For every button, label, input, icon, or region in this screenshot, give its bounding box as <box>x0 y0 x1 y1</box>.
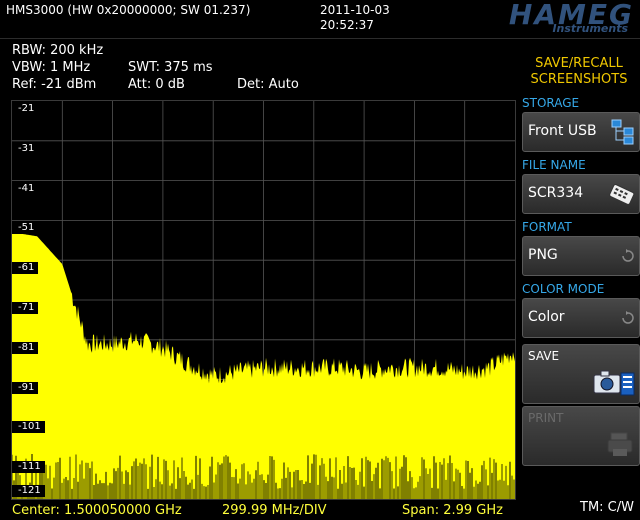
y-tick-label: -61 <box>12 262 39 275</box>
colormode-button[interactable]: Color <box>522 298 640 338</box>
y-tick-label: -41 <box>12 182 39 195</box>
print-button[interactable]: PRINT <box>522 406 640 466</box>
y-tick-label: -101 <box>12 421 45 434</box>
frequency-per-div: 299.99 MHz/DIV <box>222 503 327 518</box>
printer-icon <box>607 431 635 461</box>
detector-value: Det: Auto <box>237 77 299 92</box>
frequency-span: Span: 2.99 GHz <box>402 503 503 518</box>
vbw-value: VBW: 1 MHz <box>12 60 91 75</box>
spectrum-svg <box>12 101 515 499</box>
date-text: 2011-10-03 <box>320 3 390 17</box>
y-tick-label: -31 <box>12 142 39 155</box>
format-button[interactable]: PNG <box>522 236 640 276</box>
menu-title-line1: SAVE/RECALL <box>535 56 623 71</box>
y-tick-label: -91 <box>12 381 39 394</box>
save-button[interactable]: SAVE <box>522 344 640 404</box>
softkey-menu: SAVE/RECALL SCREENSHOTS STORAGE Front US… <box>518 54 640 520</box>
menu-title-line2: SCREENSHOTS <box>530 72 628 87</box>
time-text: 20:52:37 <box>320 18 374 32</box>
center-frequency: Center: 1.500050000 GHz <box>12 503 182 518</box>
format-label: FORMAT <box>522 220 572 234</box>
filename-label: FILE NAME <box>522 158 586 172</box>
y-tick-label: -21 <box>12 103 39 115</box>
cycle-icon <box>621 249 635 267</box>
att-value: Att: 0 dB <box>128 77 185 92</box>
y-tick-label: -81 <box>12 341 39 354</box>
filename-value: SCR334 <box>528 185 584 201</box>
menu-title: SAVE/RECALL SCREENSHOTS <box>518 56 640 88</box>
keyboard-icon <box>609 181 635 211</box>
logo-sub: Instruments <box>552 22 628 35</box>
rbw-value: RBW: 200 kHz <box>12 43 104 58</box>
storage-value: Front USB <box>528 123 597 139</box>
save-label: SAVE <box>528 349 560 363</box>
y-tick-label: -71 <box>12 302 39 314</box>
filename-button[interactable]: SCR334 <box>522 174 640 214</box>
storage-button[interactable]: Front USB <box>522 112 640 152</box>
hameg-logo: HAMEG Instruments <box>448 0 634 36</box>
print-label: PRINT <box>528 411 564 425</box>
y-tick-label: -51 <box>12 222 39 235</box>
camera-icon <box>593 369 635 401</box>
storage-label: STORAGE <box>522 96 580 110</box>
spectrum-plot[interactable] <box>11 100 516 500</box>
instrument-title: HMS3000 (HW 0x20000000; SW 01.237) <box>6 3 251 17</box>
y-tick-label: -121 <box>12 485 45 497</box>
folder-tree-icon <box>611 119 635 149</box>
colormode-value: Color <box>528 309 565 325</box>
colormode-label: COLOR MODE <box>522 282 605 296</box>
format-value: PNG <box>528 247 558 263</box>
y-tick-label: -111 <box>12 461 45 474</box>
title-bar: HMS3000 (HW 0x20000000; SW 01.237) 2011-… <box>0 0 640 39</box>
swt-value: SWT: 375 ms <box>128 60 213 75</box>
datetime: 2011-10-03 20:52:37 <box>320 3 390 33</box>
cycle-icon <box>621 311 635 329</box>
ref-level: Ref: -21 dBm <box>12 77 97 92</box>
